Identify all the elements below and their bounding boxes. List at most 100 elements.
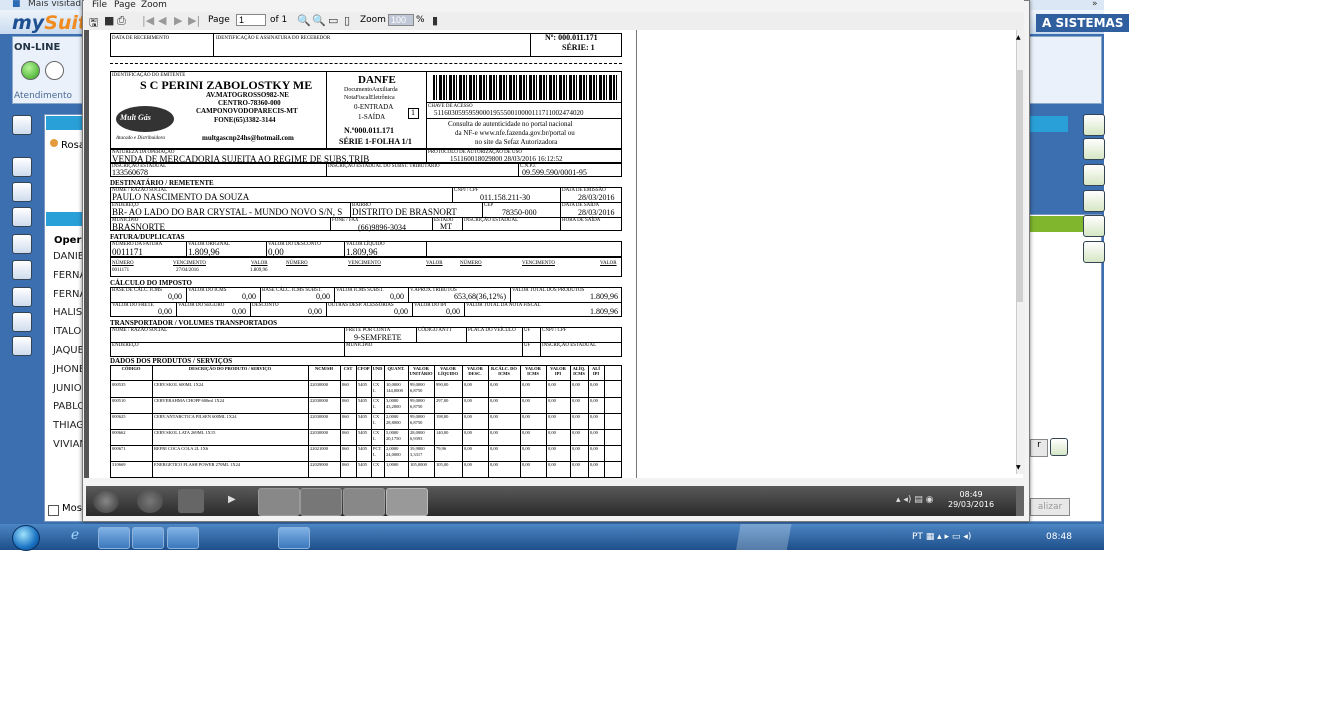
- remote-play-icon[interactable]: ▶: [228, 494, 236, 505]
- toolbar-icon-7[interactable]: [12, 287, 32, 307]
- scroll-up-icon[interactable]: ▲: [1016, 34, 1021, 41]
- product-cell: 0,00: [464, 398, 472, 403]
- bookmark-most-visited[interactable]: Mais visitad: [28, 0, 81, 9]
- logo-prefix: my: [12, 12, 45, 34]
- transport-address-label: ENDEREÇO: [112, 343, 139, 348]
- zoom-out-icon[interactable]: 🔍: [312, 14, 326, 27]
- remote-app-3[interactable]: [343, 488, 385, 516]
- close-viewer-icon[interactable]: ▮: [432, 14, 438, 27]
- remote-start-icon[interactable]: [93, 489, 119, 513]
- zoom-in-icon[interactable]: 🔍: [297, 14, 311, 27]
- product-header: CÓDIGO: [121, 366, 141, 371]
- operator-item[interactable]: ITALO: [53, 326, 81, 337]
- scrollbar-thumb[interactable]: [1017, 70, 1023, 302]
- toolbar-icon-9[interactable]: [12, 336, 32, 356]
- print-icon[interactable]: ⎙: [117, 14, 126, 28]
- toolbar-icon-2[interactable]: [12, 157, 32, 177]
- last-page-icon[interactable]: ▶|: [188, 14, 200, 27]
- scroll-down-icon[interactable]: ▼: [1016, 464, 1021, 471]
- transport-cnpj-label: CNPJ / CPF: [542, 328, 567, 333]
- taskbar-remote-icon[interactable]: [278, 527, 310, 549]
- operator-item[interactable]: PABLO: [53, 401, 85, 412]
- dup-header-due-1: VENCIMENTO: [173, 261, 206, 266]
- menu-page[interactable]: Page: [114, 0, 136, 10]
- product-cell: 0,00: [572, 414, 580, 419]
- system-tray[interactable]: PT ▦ ▴ ▸ ▭ ◂): [912, 532, 971, 542]
- operator-item[interactable]: JAQUE: [53, 345, 84, 356]
- remote-ie-icon[interactable]: [137, 489, 163, 513]
- product-cell: 060: [342, 462, 349, 467]
- remote-folder-icon[interactable]: [178, 489, 204, 513]
- dup-header-number-3: NÚMERO: [460, 261, 482, 266]
- tax-label: BASE CÁLC. ICMS SUBST.: [262, 288, 322, 293]
- save-disk-icon[interactable]: ■: [104, 14, 114, 27]
- menu-file[interactable]: File: [92, 0, 107, 10]
- product-cell-sub: 20,1750: [386, 436, 401, 441]
- next-page-icon[interactable]: ▶: [174, 14, 182, 27]
- toolbar-icon-4[interactable]: [12, 207, 32, 227]
- language-indicator[interactable]: PT: [912, 532, 923, 542]
- taskbar-app-icon[interactable]: [132, 527, 164, 549]
- page-width-icon[interactable]: ▭: [328, 14, 338, 27]
- online-status-green-icon[interactable]: [21, 61, 40, 80]
- previous-page-icon[interactable]: ◀: [158, 14, 166, 27]
- add-item-icon[interactable]: [1083, 138, 1105, 160]
- operator-item[interactable]: JHONE: [53, 364, 85, 375]
- toolbar-icon-3[interactable]: [12, 182, 32, 202]
- danfe-type-value: 1: [411, 108, 415, 117]
- add-group-icon[interactable]: [1083, 241, 1105, 263]
- add-document-icon[interactable]: [1083, 114, 1105, 136]
- danfe-title: DANFE: [358, 74, 396, 86]
- company-name: A SISTEMAS: [1036, 14, 1130, 32]
- product-cell: 0,00: [590, 462, 598, 467]
- product-cell: 1,0000: [386, 462, 399, 467]
- remote-tray-icons[interactable]: ▴ ◂) ▤ ◉: [896, 495, 934, 505]
- toolbar-icon-6[interactable]: [12, 260, 32, 280]
- product-cell: 5405: [358, 398, 367, 403]
- product-cell: 060: [342, 414, 349, 419]
- product-cell-sub: 43,2000: [386, 404, 401, 409]
- product-cell: 0,00: [464, 462, 472, 467]
- toolbar-icon-5[interactable]: [12, 234, 32, 254]
- zoom-input[interactable]: [388, 14, 414, 26]
- finalize-button[interactable]: alizar: [1030, 498, 1070, 516]
- cut-line: [110, 63, 622, 64]
- product-cell: 0,00: [522, 382, 530, 387]
- page-number-input[interactable]: [236, 14, 266, 26]
- taskbar-explorer-icon[interactable]: [98, 527, 130, 549]
- cep-label: CEP: [484, 203, 494, 208]
- taskbar-ie-icon[interactable]: ℯ: [60, 527, 90, 547]
- chevron-right-icon[interactable]: »: [1092, 0, 1098, 9]
- remote-clock: 08:49 29/03/2016: [948, 490, 994, 510]
- recipient-name: PAULO NASCIMENTO DA SOUZA: [112, 192, 250, 202]
- bookmark-star-icon[interactable]: ■: [12, 0, 21, 9]
- remote-app-1[interactable]: [258, 488, 300, 516]
- tax-label: V.APROX.TRIBUTOS: [410, 288, 457, 293]
- taskbar-teamviewer-icon[interactable]: [241, 527, 271, 547]
- add-tag-icon[interactable]: [1083, 190, 1105, 212]
- start-button-icon[interactable]: [12, 525, 40, 551]
- taskbar-network-icon[interactable]: [204, 527, 234, 547]
- first-page-icon[interactable]: |◀: [142, 14, 154, 27]
- product-cell: 5405: [358, 430, 367, 435]
- remote-app-4[interactable]: [386, 488, 428, 516]
- taskbar-firefox-icon[interactable]: [167, 527, 199, 549]
- right-side-button[interactable]: r: [1030, 439, 1048, 457]
- product-cell: 990,00: [436, 382, 449, 387]
- add-contact-icon[interactable]: [1083, 215, 1105, 237]
- remote-app-2[interactable]: [300, 488, 342, 516]
- toolbar-icon-1[interactable]: [12, 115, 32, 135]
- menu-zoom[interactable]: Zoom: [141, 0, 167, 10]
- remote-show-desktop[interactable]: [1016, 486, 1024, 516]
- add-small-icon[interactable]: [1050, 438, 1068, 456]
- offline-status-icon[interactable]: [45, 61, 64, 80]
- invoice-discount: 0,00: [268, 247, 284, 257]
- add-user-icon[interactable]: [1083, 164, 1105, 186]
- show-checkbox[interactable]: [48, 505, 59, 516]
- tray-icons[interactable]: ▦ ▴ ▸ ▭ ◂): [926, 532, 972, 542]
- whole-page-icon[interactable]: ▯: [344, 14, 350, 27]
- invoice-original: 1.809,96: [188, 247, 220, 257]
- transport-name-label: NOME / RAZÃO SOCIAL: [112, 328, 168, 333]
- toolbar-icon-8[interactable]: [12, 312, 32, 332]
- tax-value: 0,00: [308, 307, 322, 316]
